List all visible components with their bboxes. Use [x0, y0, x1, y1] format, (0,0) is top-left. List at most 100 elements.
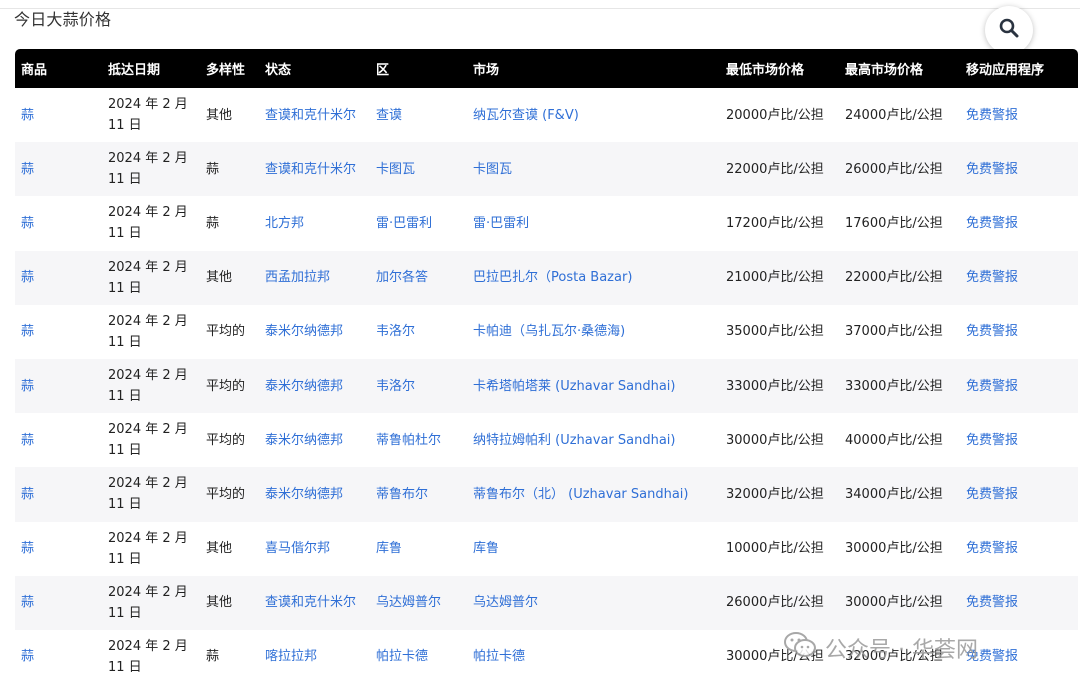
state-link[interactable]: 查谟和克什米尔	[265, 162, 356, 177]
commodity-link[interactable]: 蒜	[21, 270, 34, 285]
table-cell: 蒜	[15, 142, 102, 196]
free-alert-link[interactable]: 免费警报	[966, 649, 1018, 664]
table-row: 蒜 2024 年 2 月 11 日 其他 查谟和克什米尔 查谟 纳瓦尔查谟 (F&V) 20…	[15, 88, 1078, 142]
max-price: 24000卢比/公担	[845, 107, 943, 123]
table-cell: 查谟和克什米尔	[259, 576, 370, 630]
table-cell: 平均的	[200, 413, 259, 467]
free-alert-link[interactable]: 免费警报	[966, 379, 1018, 394]
commodity-link[interactable]: 蒜	[21, 487, 34, 502]
market-link[interactable]: 乌达姆普尔	[473, 595, 538, 610]
market-link[interactable]: 纳特拉姆帕利 (Uzhavar Sandhai)	[473, 433, 675, 448]
commodity-link[interactable]: 蒜	[21, 108, 34, 123]
free-alert-link[interactable]: 免费警报	[966, 541, 1018, 556]
state-link[interactable]: 查谟和克什米尔	[265, 108, 356, 123]
free-alert-link[interactable]: 免费警报	[966, 108, 1018, 123]
free-alert-link[interactable]: 免费警报	[966, 595, 1018, 610]
arrival-date: 2024 年 2 月 11 日	[108, 97, 188, 134]
free-alert-link[interactable]: 免费警报	[966, 324, 1018, 339]
state-link[interactable]: 北方邦	[265, 216, 304, 231]
district-link[interactable]: 雷·巴雷利	[376, 216, 432, 231]
market-link[interactable]: 帕拉卡德	[473, 649, 525, 664]
district-link[interactable]: 蒂鲁布尔	[376, 487, 428, 502]
commodity-link[interactable]: 蒜	[21, 324, 34, 339]
table-cell: 26000卢比/公担	[720, 576, 839, 630]
table-cell: 蒜	[15, 467, 102, 521]
variety: 其他	[206, 595, 233, 611]
state-link[interactable]: 泰米尔纳德邦	[265, 487, 343, 502]
market-link[interactable]: 卡希塔帕塔莱 (Uzhavar Sandhai)	[473, 379, 675, 394]
district-link[interactable]: 卡图瓦	[376, 162, 415, 177]
table-cell: 其他	[200, 576, 259, 630]
free-alert-link[interactable]: 免费警报	[966, 487, 1018, 502]
table-cell: 巴拉巴扎尔（Posta Bazar)	[467, 251, 720, 305]
price-table: 商品 抵达日期 多样性 状态 区 市场 最低市场价格 最高市场价格 移动应用程序 蒜 2024 年…	[15, 49, 1078, 684]
table-cell: 卡图瓦	[467, 142, 720, 196]
market-link[interactable]: 蒂鲁布尔（北） (Uzhavar Sandhai)	[473, 487, 688, 502]
min-price: 21000卢比/公担	[726, 270, 824, 286]
table-cell: 蒜	[15, 522, 102, 576]
market-link[interactable]: 纳瓦尔查谟 (F&V)	[473, 108, 579, 123]
state-link[interactable]: 查谟和克什米尔	[265, 595, 356, 610]
page-title: 今日大蒜价格	[14, 10, 112, 29]
table-cell: 30000卢比/公担	[720, 413, 839, 467]
district-link[interactable]: 蒂鲁帕杜尔	[376, 433, 441, 448]
state-link[interactable]: 西孟加拉邦	[265, 270, 330, 285]
market-link[interactable]: 卡帕迪（乌扎瓦尔·桑德海)	[473, 324, 625, 339]
table-cell: 卡希塔帕塔莱 (Uzhavar Sandhai)	[467, 359, 720, 413]
max-price: 34000卢比/公担	[845, 486, 943, 502]
market-link[interactable]: 雷·巴雷利	[473, 216, 529, 231]
min-price: 30000卢比/公担	[726, 649, 824, 665]
table-cell: 32000卢比/公担	[839, 630, 960, 684]
table-cell: 泰米尔纳德邦	[259, 413, 370, 467]
commodity-link[interactable]: 蒜	[21, 379, 34, 394]
variety: 蒜	[206, 649, 220, 665]
table-cell: 21000卢比/公担	[720, 251, 839, 305]
market-link[interactable]: 巴拉巴扎尔（Posta Bazar)	[473, 270, 632, 285]
arrival-date: 2024 年 2 月 11 日	[108, 476, 188, 513]
district-link[interactable]: 查谟	[376, 108, 402, 123]
table-cell: 平均的	[200, 359, 259, 413]
table-row: 蒜 2024 年 2 月 11 日 其他 查谟和克什米尔 乌达姆普尔 乌达姆普尔 26000…	[15, 575, 1078, 630]
table-header-row: 商品 抵达日期 多样性 状态 区 市场 最低市场价格 最高市场价格 移动应用程序	[15, 49, 1078, 88]
state-link[interactable]: 泰米尔纳德邦	[265, 433, 343, 448]
free-alert-link[interactable]: 免费警报	[966, 270, 1018, 285]
district-link[interactable]: 韦洛尔	[376, 379, 415, 394]
table-cell: 2024 年 2 月 11 日	[102, 196, 200, 250]
district-link[interactable]: 乌达姆普尔	[376, 595, 441, 610]
table-cell: 34000卢比/公担	[839, 467, 960, 521]
free-alert-link[interactable]: 免费警报	[966, 433, 1018, 448]
district-link[interactable]: 加尔各答	[376, 270, 428, 285]
table-cell: 2024 年 2 月 11 日	[102, 251, 200, 305]
table-cell: 33000卢比/公担	[839, 359, 960, 413]
table-cell: 2024 年 2 月 11 日	[102, 576, 200, 630]
arrival-date: 2024 年 2 月 11 日	[108, 151, 188, 188]
table-row: 蒜 2024 年 2 月 11 日 蒜 查谟和克什米尔 卡图瓦 卡图瓦 22000卢比/公担…	[15, 142, 1078, 197]
market-link[interactable]: 卡图瓦	[473, 162, 512, 177]
state-link[interactable]: 泰米尔纳德邦	[265, 379, 343, 394]
commodity-link[interactable]: 蒜	[21, 433, 34, 448]
district-link[interactable]: 库鲁	[376, 541, 402, 556]
state-link[interactable]: 泰米尔纳德邦	[265, 324, 343, 339]
table-cell: 喀拉拉邦	[259, 630, 370, 684]
state-link[interactable]: 喀拉拉邦	[265, 649, 317, 664]
state-link[interactable]: 喜马偕尔邦	[265, 541, 330, 556]
table-cell: 免费警报	[960, 359, 1078, 413]
commodity-link[interactable]: 蒜	[21, 162, 34, 177]
variety: 其他	[206, 270, 233, 286]
free-alert-link[interactable]: 免费警报	[966, 216, 1018, 231]
commodity-link[interactable]: 蒜	[21, 541, 34, 556]
table-cell: 泰米尔纳德邦	[259, 467, 370, 521]
table-cell: 蒜	[15, 576, 102, 630]
table-cell: 平均的	[200, 467, 259, 521]
commodity-link[interactable]: 蒜	[21, 216, 34, 231]
district-link[interactable]: 韦洛尔	[376, 324, 415, 339]
table-cell: 查谟	[370, 88, 467, 142]
search-button[interactable]	[985, 6, 1033, 54]
commodity-link[interactable]: 蒜	[21, 595, 34, 610]
table-cell: 2024 年 2 月 11 日	[102, 522, 200, 576]
district-link[interactable]: 帕拉卡德	[376, 649, 428, 664]
free-alert-link[interactable]: 免费警报	[966, 162, 1018, 177]
market-link[interactable]: 库鲁	[473, 541, 499, 556]
table-cell: 2024 年 2 月 11 日	[102, 413, 200, 467]
commodity-link[interactable]: 蒜	[21, 649, 34, 664]
